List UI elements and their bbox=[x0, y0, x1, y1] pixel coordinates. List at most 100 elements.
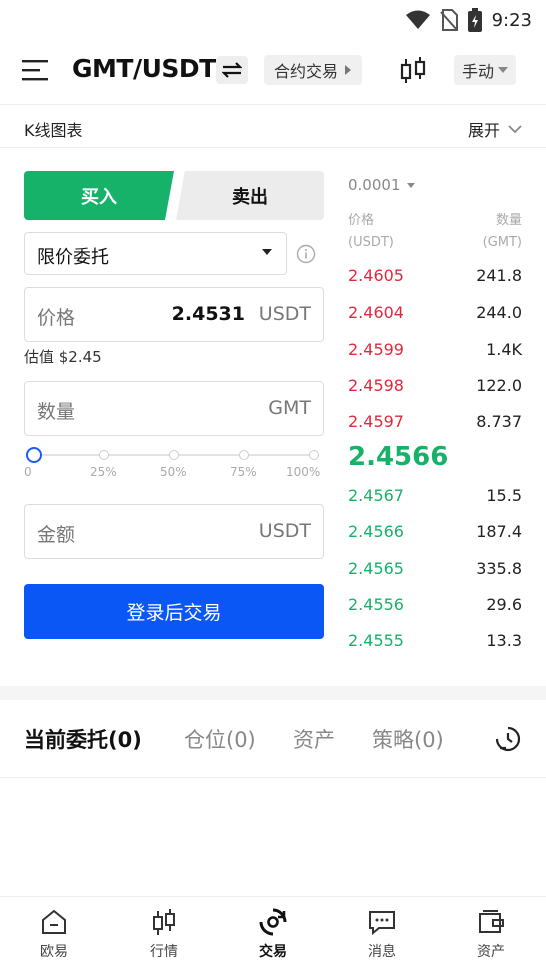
amount-input[interactable]: 金额 USDT bbox=[24, 504, 324, 559]
quantity-input[interactable]: 数量 GMT bbox=[24, 381, 324, 436]
bottom-navigation: 欧易 行情 交易 消息 资产 bbox=[0, 896, 546, 976]
manual-mode-button[interactable]: 手动 bbox=[454, 55, 517, 85]
bid-qty: 29.6 bbox=[486, 595, 522, 614]
bid-price: 2.4565 bbox=[348, 559, 404, 578]
ask-qty: 241.8 bbox=[476, 266, 522, 285]
qty-header-label: 数量 bbox=[495, 213, 522, 228]
bid-row[interactable]: 2.4566 187.4 bbox=[348, 522, 522, 546]
menu-icon[interactable] bbox=[22, 58, 48, 82]
bid-qty: 187.4 bbox=[476, 522, 522, 541]
precision-select[interactable]: 0.0001 bbox=[348, 176, 415, 194]
tab-positions[interactable]: 仓位(0) bbox=[184, 724, 256, 754]
ask-price: 2.4604 bbox=[348, 303, 404, 322]
price-header-label: 价格 bbox=[348, 213, 375, 228]
message-icon bbox=[369, 911, 395, 936]
swap-button[interactable] bbox=[216, 56, 248, 84]
buy-tab[interactable]: 买入 bbox=[24, 171, 174, 220]
last-price[interactable]: 2.4566 bbox=[348, 442, 448, 472]
login-to-trade-button[interactable]: 登录后交易 bbox=[24, 584, 324, 639]
order-type-select[interactable]: 限价委托 bbox=[24, 232, 287, 275]
bid-price: 2.4567 bbox=[348, 486, 404, 505]
percent-slider[interactable]: 0 25% 50% 75% 100% bbox=[24, 447, 324, 483]
kline-bar[interactable]: K线图表 展开 bbox=[0, 104, 546, 148]
nav-assets-label: 资产 bbox=[477, 944, 505, 960]
ask-qty: 244.0 bbox=[476, 303, 522, 322]
caret-down-icon bbox=[262, 249, 272, 255]
tab-assets[interactable]: 资产 bbox=[293, 724, 335, 754]
precision-value: 0.0001 bbox=[348, 176, 401, 194]
bid-price: 2.4566 bbox=[348, 522, 404, 541]
info-icon[interactable] bbox=[296, 244, 316, 264]
bid-qty: 15.5 bbox=[486, 486, 522, 505]
qty-header-unit: (GMT) bbox=[482, 235, 522, 250]
ask-qty: 8.737 bbox=[476, 412, 522, 431]
nav-home[interactable]: 欧易 bbox=[14, 907, 94, 967]
bid-price: 2.4555 bbox=[348, 631, 404, 650]
order-history-icon[interactable] bbox=[495, 726, 521, 752]
ask-row[interactable]: 2.4597 8.737 bbox=[348, 412, 522, 436]
sell-tab[interactable]: 卖出 bbox=[176, 171, 324, 220]
slider-label-75: 75% bbox=[230, 465, 257, 479]
positions-tabs: 当前委托(0) 仓位(0) 资产 策略(0) bbox=[0, 700, 546, 778]
ask-row[interactable]: 2.4604 244.0 bbox=[348, 303, 522, 327]
tab-strategies[interactable]: 策略(0) bbox=[372, 724, 444, 754]
no-sim-icon bbox=[439, 9, 458, 31]
expand-toggle[interactable]: 展开 bbox=[468, 117, 522, 141]
top-bar: GMT/USDT 合约交易 手动 bbox=[0, 44, 546, 100]
bid-qty: 13.3 bbox=[486, 631, 522, 650]
nav-markets-label: 行情 bbox=[150, 944, 178, 960]
ask-row[interactable]: 2.4598 122.0 bbox=[348, 376, 522, 400]
ask-price: 2.4598 bbox=[348, 376, 404, 395]
nav-assets[interactable]: 资产 bbox=[451, 907, 531, 967]
price-label: 价格 bbox=[37, 307, 76, 329]
section-divider bbox=[0, 686, 546, 700]
ask-qty: 1.4K bbox=[486, 340, 522, 359]
kline-title: K线图表 bbox=[24, 121, 83, 140]
nav-messages-label: 消息 bbox=[368, 944, 396, 960]
home-icon bbox=[42, 909, 66, 934]
candlestick-icon bbox=[153, 909, 175, 935]
ask-price: 2.4605 bbox=[348, 266, 404, 285]
nav-markets[interactable]: 行情 bbox=[124, 907, 204, 967]
slider-knob[interactable] bbox=[26, 447, 42, 463]
bid-row[interactable]: 2.4567 15.5 bbox=[348, 486, 522, 510]
nav-trade[interactable]: 交易 bbox=[233, 907, 313, 967]
order-type-label: 限价委托 bbox=[37, 247, 109, 268]
contract-trade-label: 合约交易 bbox=[274, 62, 339, 81]
candlestick-chart-icon[interactable] bbox=[398, 57, 430, 85]
slider-step[interactable] bbox=[309, 450, 319, 460]
bid-row[interactable]: 2.4565 335.8 bbox=[348, 559, 522, 583]
nav-messages[interactable]: 消息 bbox=[342, 907, 422, 967]
amount-label: 金额 bbox=[37, 524, 76, 546]
trade-icon bbox=[259, 908, 287, 936]
bid-price: 2.4556 bbox=[348, 595, 404, 614]
slider-label-0: 0 bbox=[24, 465, 32, 479]
status-bar: 9:23 bbox=[0, 0, 546, 40]
wallet-icon bbox=[479, 910, 504, 933]
quantity-unit: GMT bbox=[268, 397, 311, 419]
bid-qty: 335.8 bbox=[476, 559, 522, 578]
ask-row[interactable]: 2.4599 1.4K bbox=[348, 340, 522, 364]
ask-row[interactable]: 2.4605 241.8 bbox=[348, 266, 522, 290]
amount-unit: USDT bbox=[258, 520, 311, 542]
price-unit: USDT bbox=[258, 303, 311, 325]
ask-qty: 122.0 bbox=[476, 376, 522, 395]
slider-step[interactable] bbox=[239, 450, 249, 460]
battery-icon bbox=[467, 8, 482, 32]
chevron-down-icon bbox=[508, 124, 522, 133]
manual-mode-label: 手动 bbox=[462, 62, 495, 81]
pair-title[interactable]: GMT/USDT bbox=[72, 54, 216, 83]
expand-label: 展开 bbox=[467, 121, 500, 140]
quantity-column-header: 数量 (GMT) bbox=[483, 210, 522, 254]
bid-row[interactable]: 2.4555 13.3 bbox=[348, 631, 522, 655]
contract-trade-button[interactable]: 合约交易 bbox=[264, 55, 363, 85]
bid-row[interactable]: 2.4556 29.6 bbox=[348, 595, 522, 619]
tab-open-orders[interactable]: 当前委托(0) bbox=[24, 724, 142, 754]
wifi-icon bbox=[405, 10, 430, 29]
slider-label-25: 25% bbox=[90, 465, 117, 479]
slider-step[interactable] bbox=[99, 450, 109, 460]
ask-price: 2.4599 bbox=[348, 340, 404, 359]
price-input[interactable]: 价格 2.4531 USDT bbox=[24, 287, 324, 342]
slider-label-50: 50% bbox=[160, 465, 187, 479]
slider-step[interactable] bbox=[169, 450, 179, 460]
